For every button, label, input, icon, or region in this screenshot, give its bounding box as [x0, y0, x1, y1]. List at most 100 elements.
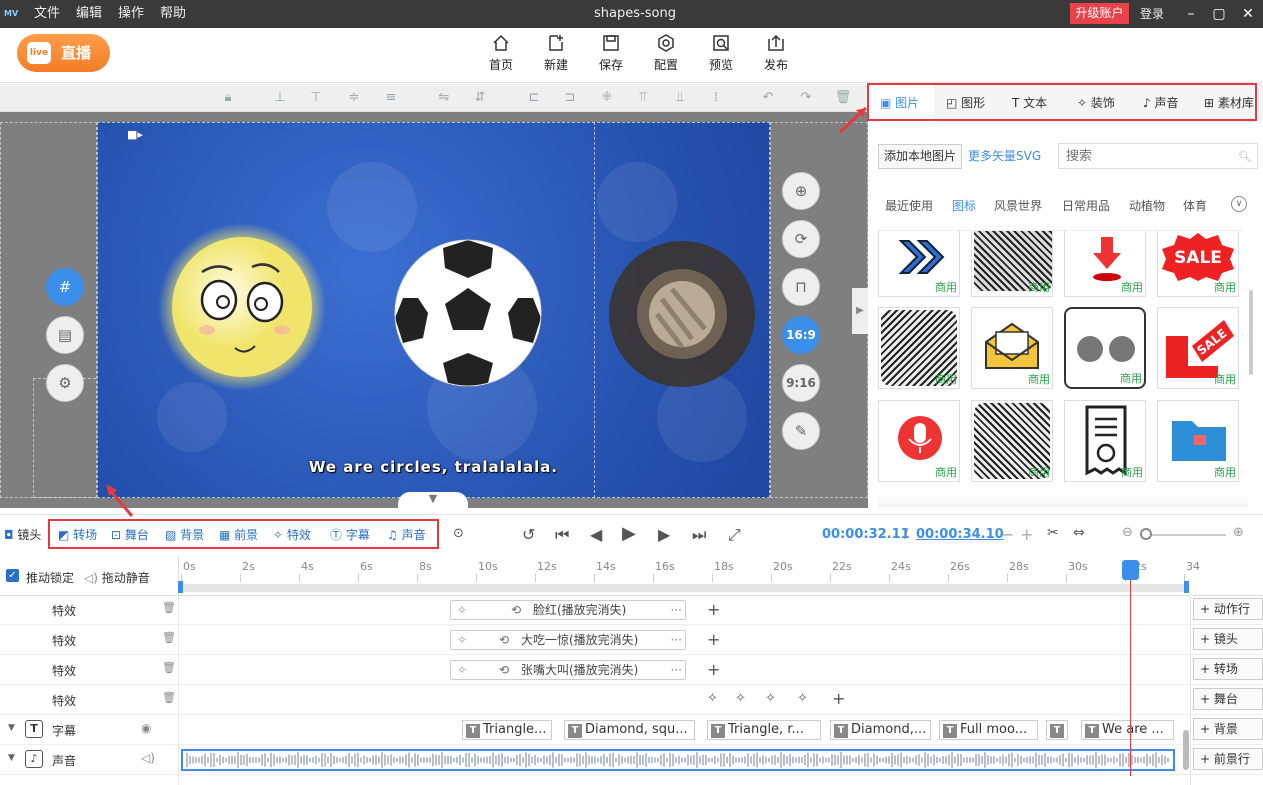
asset-tile[interactable]: 商用 — [878, 231, 960, 297]
effect-clip[interactable]: ✧ ⟲ 大吃一惊(播放完消失) ··· — [450, 630, 686, 650]
trash-icon[interactable]: 🗑︎ — [162, 691, 176, 704]
split-icon[interactable]: ✂ — [1047, 525, 1059, 541]
asset-tile[interactable]: SALE 商用 — [1157, 231, 1239, 297]
step-back-icon[interactable]: ◀ — [590, 525, 602, 544]
align-top-icon[interactable]: ⊤ — [306, 88, 326, 108]
undo-icon[interactable]: ↶ — [758, 88, 778, 108]
play-icon[interactable]: ▶ — [622, 523, 636, 544]
add-stage-button[interactable]: + 舞台 — [1193, 688, 1263, 710]
total-time[interactable]: 00:00:34.10 — [916, 527, 1004, 542]
more-icon[interactable]: ⊙ — [453, 526, 464, 541]
zoom-slider-handle[interactable] — [1140, 528, 1152, 540]
timeline-range-bar[interactable] — [180, 584, 1188, 592]
asset-tile[interactable]: 商用 — [1157, 400, 1239, 482]
asset-tile[interactable]: 商用 — [1064, 231, 1146, 297]
category-icons[interactable]: 图标 — [952, 197, 976, 214]
align-center-icon[interactable]: ≑ — [344, 88, 364, 108]
scene-canvas[interactable]: ■▸ — [97, 122, 770, 498]
flip-vertical-icon[interactable]: ⇵ — [470, 88, 490, 108]
asset-tile[interactable]: SALE 商用 — [1157, 307, 1239, 389]
panel-scrollbar[interactable] — [1249, 290, 1253, 375]
publish-button[interactable]: 发布 — [751, 34, 801, 73]
add-background-button[interactable]: + 背景 — [1193, 718, 1263, 740]
asset-tile[interactable]: 商用 — [1064, 307, 1146, 389]
home-button[interactable]: 首页 — [476, 34, 526, 73]
close-icon[interactable]: ✕ — [1234, 0, 1262, 28]
lock-icon[interactable]: 🔒︎ — [218, 88, 238, 108]
timeline-scrollbar[interactable] — [1183, 730, 1189, 770]
asset-tile[interactable]: 商用 — [878, 307, 960, 389]
add-effect-icon[interactable]: + — [707, 630, 720, 649]
menu-edit[interactable]: 编辑 — [76, 0, 102, 28]
fit-width-icon[interactable]: ⇔ — [1073, 525, 1085, 541]
film-settings-icon[interactable]: ⚙ — [46, 364, 84, 402]
add-lens-button[interactable]: + 镜头 — [1193, 628, 1263, 650]
keyframe-icon[interactable]: ✧ — [707, 691, 718, 706]
zoom-slider[interactable] — [1140, 534, 1226, 536]
save-button[interactable]: 保存 — [586, 34, 636, 73]
playhead-handle[interactable] — [1122, 560, 1139, 580]
lens-button[interactable]: ◘ 镜头 — [4, 526, 41, 543]
collapse-timeline-icon[interactable]: ▼ — [398, 492, 468, 510]
keyframe-icon[interactable]: ✧ — [735, 691, 746, 706]
align-top-edge-icon[interactable]: ⫪ — [633, 88, 653, 108]
subtitle-clip[interactable]: T We are ... — [1081, 720, 1174, 740]
align-left-icon[interactable]: ⊏ — [524, 88, 544, 108]
distribute-icon[interactable]: ⁜ — [597, 88, 617, 108]
config-button[interactable]: 配置 — [641, 34, 691, 73]
keyframe-icon[interactable]: ✧ — [765, 691, 776, 706]
menu-file[interactable]: 文件 — [34, 0, 60, 28]
volume-icon[interactable]: ◁) — [141, 751, 155, 765]
step-forward-icon[interactable]: ▶ — [658, 525, 670, 544]
asset-tile[interactable]: 商用 — [878, 400, 960, 482]
moon-face-shape[interactable] — [157, 222, 327, 392]
align-bottom-icon[interactable]: ⊥ — [270, 88, 290, 108]
replay-icon[interactable]: ↺ — [522, 525, 535, 544]
expand-icon[interactable]: ▼ — [8, 753, 15, 763]
search-icon[interactable]: 🔍︎ — [1238, 150, 1252, 163]
fullscreen-icon[interactable]: ⤢ — [728, 525, 741, 545]
add-effect-icon[interactable]: + — [707, 660, 720, 679]
zoom-in-icon[interactable]: ⊕ — [1233, 525, 1244, 540]
add-effect-icon[interactable]: + — [832, 689, 845, 708]
audio-clip[interactable] — [181, 749, 1175, 771]
flip-horizontal-icon[interactable]: ⇋ — [434, 88, 454, 108]
eye-icon[interactable]: ◉ — [141, 721, 151, 735]
asset-tile[interactable]: 商用 — [1064, 400, 1146, 482]
trash-icon[interactable]: 🗑︎ — [162, 601, 176, 614]
subtitle-clip[interactable]: T Diamond, squ... — [564, 720, 695, 740]
menu-help[interactable]: 帮助 — [160, 0, 186, 28]
add-action-row-button[interactable]: + 动作行 — [1193, 598, 1263, 620]
login-link[interactable]: 登录 — [1140, 0, 1164, 28]
chevron-down-icon[interactable]: ∨ — [1231, 196, 1247, 212]
subtitle-clip[interactable]: T Triangle... — [462, 720, 552, 740]
minus-icon[interactable]: − — [1001, 525, 1014, 544]
preview-button[interactable]: 预览 — [696, 34, 746, 73]
category-sports[interactable]: 体育 — [1183, 197, 1207, 214]
film-icon[interactable]: ▤ — [46, 316, 84, 354]
subtitle-clip[interactable]: T Full moo... — [939, 720, 1038, 740]
grid-icon[interactable]: # — [46, 268, 84, 306]
category-daily[interactable]: 日常用品 — [1062, 197, 1110, 214]
soccer-ball-shape[interactable] — [393, 238, 543, 388]
stage-subtitle[interactable]: We are circles, tralalalala. — [97, 458, 770, 476]
ratio-9-16-button[interactable]: 9:16 — [782, 364, 820, 402]
asset-tile[interactable]: 商用 — [971, 307, 1053, 389]
expand-icon[interactable]: ▼ — [8, 723, 15, 733]
zoom-out-icon[interactable]: ⊖ — [1122, 525, 1133, 540]
trash-icon[interactable]: 🗑︎ — [162, 661, 176, 674]
range-start-handle[interactable] — [178, 581, 183, 593]
align-right-icon[interactable]: ⊐ — [560, 88, 580, 108]
add-effect-icon[interactable]: + — [707, 600, 720, 619]
category-recent[interactable]: 最近使用 — [885, 197, 933, 214]
maximize-icon[interactable]: ▢ — [1205, 0, 1233, 28]
skip-start-icon[interactable]: ⏮ — [555, 525, 569, 545]
subtitle-clip[interactable]: T Diamond,... — [830, 720, 931, 740]
asset-tile[interactable]: 商用 — [971, 400, 1053, 482]
asset-search-input[interactable] — [1058, 143, 1258, 169]
asset-tile[interactable]: 商用 — [971, 231, 1053, 297]
plus-icon[interactable]: + — [1020, 525, 1033, 544]
trash-icon[interactable]: 🗑︎ — [162, 631, 176, 644]
more-svg-link[interactable]: 更多矢量SVG — [968, 144, 1041, 169]
category-animals-plants[interactable]: 动植物 — [1129, 197, 1165, 214]
